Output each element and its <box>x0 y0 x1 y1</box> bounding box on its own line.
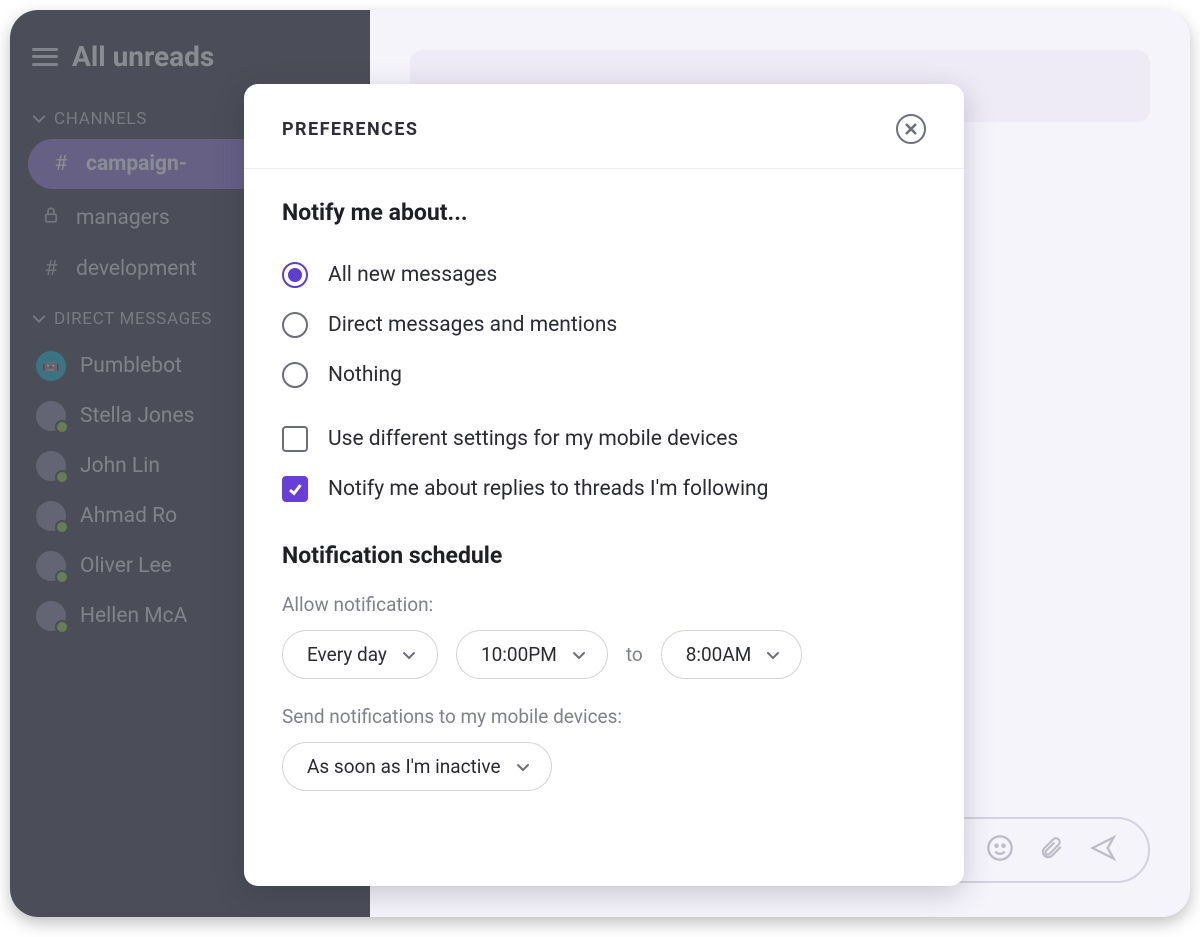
presence-dot <box>55 470 69 484</box>
start-time-select[interactable]: 10:00PM <box>456 630 608 679</box>
dm-name: John Lin <box>80 454 160 478</box>
checkbox-mobile-different[interactable]: Use different settings for my mobile dev… <box>282 414 926 464</box>
mobile-notif-select[interactable]: As soon as I'm inactive <box>282 742 552 791</box>
radio-label: All new messages <box>328 263 497 287</box>
sidebar-title: All unreads <box>72 40 214 73</box>
modal-header: PREFERENCES <box>244 84 964 169</box>
chevron-down-icon <box>765 647 781 663</box>
avatar <box>36 501 66 531</box>
avatar: 🤖 <box>36 351 66 381</box>
radio-direct-mentions[interactable]: Direct messages and mentions <box>282 300 926 350</box>
allow-notification-label: Allow notification: <box>282 593 926 616</box>
radio-nothing[interactable]: Nothing <box>282 350 926 400</box>
check-icon <box>287 481 303 497</box>
avatar <box>36 601 66 631</box>
mobile-notif-label: Send notifications to my mobile devices: <box>282 705 926 728</box>
avatar <box>36 451 66 481</box>
app-frame: All unreads CHANNELS # campaign- manager… <box>10 10 1190 917</box>
checkbox-label: Use different settings for my mobile dev… <box>328 427 738 451</box>
presence-dot <box>55 620 69 634</box>
checkbox-thread-replies[interactable]: Notify me about replies to threads I'm f… <box>282 464 926 514</box>
select-value: Every day <box>307 643 387 666</box>
lock-icon <box>40 206 62 230</box>
select-value: 8:00AM <box>686 643 752 666</box>
schedule-selects-row: Every day 10:00PM to 8:00AM <box>282 630 926 679</box>
chevron-down-icon <box>32 312 46 326</box>
avatar <box>36 551 66 581</box>
schedule-heading: Notification schedule <box>282 542 926 569</box>
modal-title: PREFERENCES <box>282 119 418 140</box>
radio-indicator <box>282 262 308 288</box>
attachment-icon[interactable] <box>1038 834 1064 866</box>
radio-all-new-messages[interactable]: All new messages <box>282 250 926 300</box>
dm-name: Stella Jones <box>80 404 194 428</box>
avatar <box>36 401 66 431</box>
dm-name: Oliver Lee <box>80 554 172 578</box>
close-icon <box>904 122 918 136</box>
end-time-select[interactable]: 8:00AM <box>661 630 803 679</box>
radio-indicator <box>282 312 308 338</box>
dm-name: Hellen McA <box>80 604 187 628</box>
presence-dot <box>55 420 69 434</box>
dm-label: DIRECT MESSAGES <box>54 309 212 329</box>
chevron-down-icon <box>401 647 417 663</box>
chevron-down-icon <box>515 759 531 775</box>
dm-name: Pumblebot <box>80 354 182 378</box>
checkbox-indicator <box>282 476 308 502</box>
hash-icon: # <box>40 257 62 281</box>
radio-label: Nothing <box>328 363 402 387</box>
channels-label: CHANNELS <box>54 109 147 129</box>
dm-name: Ahmad Ro <box>80 504 177 528</box>
send-icon[interactable] <box>1088 834 1118 866</box>
preferences-modal: PREFERENCES Notify me about... All new m… <box>244 84 964 886</box>
presence-dot <box>55 570 69 584</box>
checkbox-label: Notify me about replies to threads I'm f… <box>328 477 768 501</box>
close-button[interactable] <box>896 114 926 144</box>
checkbox-indicator <box>282 426 308 452</box>
chevron-down-icon <box>571 647 587 663</box>
chevron-down-icon <box>32 112 46 126</box>
radio-indicator <box>282 362 308 388</box>
hash-icon: # <box>50 152 72 176</box>
select-value: 10:00PM <box>481 643 557 666</box>
frequency-select[interactable]: Every day <box>282 630 438 679</box>
emoji-icon[interactable] <box>986 834 1014 866</box>
radio-label: Direct messages and mentions <box>328 313 617 337</box>
notify-heading: Notify me about... <box>282 199 926 226</box>
modal-body: Notify me about... All new messages Dire… <box>244 169 964 801</box>
presence-dot <box>55 520 69 534</box>
to-label: to <box>626 643 643 666</box>
select-value: As soon as I'm inactive <box>307 755 501 778</box>
menu-icon[interactable] <box>32 48 58 66</box>
